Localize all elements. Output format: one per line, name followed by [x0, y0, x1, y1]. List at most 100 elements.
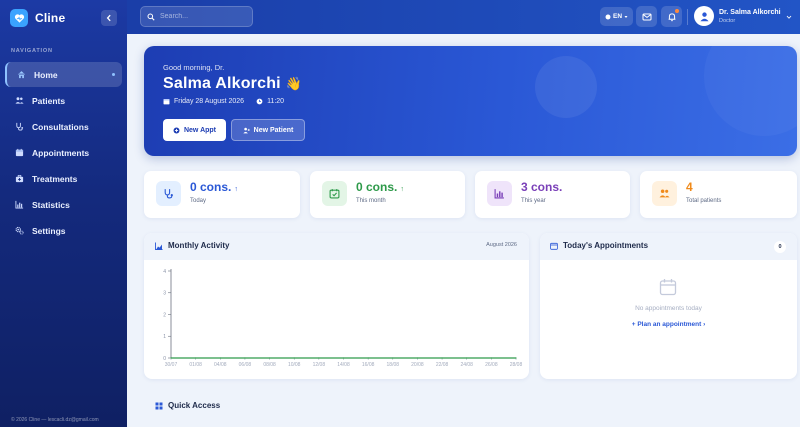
stat-label: Total patients [686, 198, 722, 204]
brand[interactable]: Cline [10, 9, 65, 27]
y-tick-label: 1 [163, 334, 166, 340]
calendar-icon [15, 148, 24, 157]
wave-emoji: 👋 [285, 76, 303, 91]
sidebar: Cline NAVIGATION Home Patients Consultat… [0, 0, 127, 427]
search-icon [147, 13, 155, 21]
sidebar-item-patients[interactable]: Patients [5, 88, 122, 113]
stat-value-text: 0 cons. [190, 180, 232, 194]
x-tick-label: 16/08 [362, 362, 375, 368]
stat-card-year[interactable]: 3 cons. This year [475, 171, 630, 218]
empty-calendar-icon [659, 279, 677, 296]
sidebar-nav: Home Patients Consultations Appointments… [5, 62, 122, 244]
notification-badge [675, 9, 679, 13]
sidebar-item-treatments[interactable]: Treatments [5, 166, 122, 191]
clock-icon [256, 98, 263, 105]
sidebar-footer: © 2026 Cline — lescacli.dz@gmail.com [11, 417, 99, 423]
topbar-divider [687, 9, 688, 25]
decorative-circle [704, 46, 797, 136]
caret-down-icon [624, 15, 628, 18]
empty-state-text: No appointments today [635, 305, 702, 312]
messages-button[interactable] [636, 6, 657, 27]
new-appointment-button[interactable]: New Appt [163, 119, 226, 141]
heart-logo-icon [10, 9, 28, 27]
stat-card-today[interactable]: 0 cons. ↑ Today [144, 171, 300, 218]
search-input[interactable] [160, 13, 250, 20]
stat-label: This month [356, 198, 386, 204]
stat-value-text: 3 cons. [521, 180, 563, 194]
medkit-icon [15, 174, 24, 183]
collapse-sidebar-button[interactable] [101, 10, 117, 26]
trend-arrow: ↑ [400, 186, 404, 193]
sidebar-item-statistics[interactable]: Statistics [5, 192, 122, 217]
user-menu[interactable]: Dr. Salma Alkorchi Doctor [694, 6, 792, 26]
new-patient-label: New Patient [253, 126, 294, 134]
current-date: Friday 28 August 2026 [174, 98, 245, 105]
quick-access-section: Quick Access [144, 392, 797, 422]
plan-appointment-link[interactable]: + Plan an appointment › [540, 321, 797, 328]
sidebar-item-consultations[interactable]: Consultations [5, 114, 122, 139]
notifications-button[interactable] [661, 6, 682, 27]
sidebar-item-settings[interactable]: Settings [5, 218, 122, 243]
date-time-row: Friday 28 August 2026 11:20 [163, 98, 284, 105]
sidebar-item-label: Statistics [32, 199, 70, 210]
x-tick-label: 10/08 [288, 362, 301, 368]
calendar-icon [163, 99, 170, 105]
data-point [293, 357, 295, 359]
search-box[interactable] [140, 6, 253, 27]
stethoscope-icon [156, 181, 181, 206]
user-plus-icon [243, 127, 250, 133]
stat-value: 3 cons. [521, 180, 562, 194]
data-point [195, 357, 197, 359]
doctor-name: Salma Alkorchi 👋 [163, 75, 302, 93]
x-tick-label: 12/08 [313, 362, 326, 368]
y-tick-label: 4 [163, 269, 166, 275]
calendar-check-icon [322, 181, 347, 206]
card-title: Monthly Activity [155, 241, 229, 250]
sidebar-item-label: Treatments [32, 173, 78, 184]
y-tick-label: 2 [163, 312, 166, 318]
decorative-circle [535, 56, 597, 118]
sidebar-item-label: Consultations [32, 121, 89, 132]
greeting-text: Good morning, Dr. [163, 63, 225, 72]
section-title-text: Quick Access [168, 401, 221, 410]
stat-card-patients[interactable]: 4 Total patients [640, 171, 797, 218]
new-patient-button[interactable]: New Patient [231, 119, 305, 141]
x-tick-label: 18/08 [387, 362, 400, 368]
card-header: Today's Appointments 0 [540, 233, 797, 260]
x-tick-label: 06/08 [239, 362, 252, 368]
card-title-text: Today's Appointments [563, 241, 649, 250]
sidebar-item-home[interactable]: Home [5, 62, 122, 87]
x-tick-label: 14/08 [337, 362, 350, 368]
users-icon [652, 181, 677, 206]
monthly-activity-chart: 0 1 2 3 4 30/07 01/08 04/08 06/08 08/08 10/08 12/08… [163, 269, 522, 368]
sidebar-item-label: Settings [32, 225, 66, 236]
stat-value: 4 [686, 180, 693, 194]
bar-chart-icon [15, 200, 24, 209]
sidebar-item-appointments[interactable]: Appointments [5, 140, 122, 165]
y-tick-label: 3 [163, 291, 166, 297]
stat-card-month[interactable]: 0 cons. ↑ This month [310, 171, 465, 218]
data-point [318, 357, 320, 359]
globe-icon [605, 14, 611, 19]
data-point [441, 357, 443, 359]
data-point [219, 357, 221, 359]
data-point [466, 357, 468, 359]
card-title-text: Monthly Activity [168, 241, 230, 250]
active-indicator [112, 73, 115, 76]
data-point [392, 357, 394, 359]
data-point [170, 357, 172, 359]
plus-circle-icon [173, 127, 180, 133]
appointment-count-badge: 0 [774, 241, 786, 253]
data-point [416, 357, 419, 359]
x-tick-label: 30/07 [165, 362, 178, 368]
language-selector[interactable]: EN [600, 7, 633, 26]
card-title: Today's Appointments [550, 241, 648, 250]
data-point [342, 357, 345, 359]
stat-label: Today [190, 198, 207, 204]
stethoscope-icon [15, 122, 24, 131]
trend-arrow: ↑ [234, 186, 238, 193]
x-tick-label: 04/08 [214, 362, 227, 368]
data-point [515, 357, 517, 359]
welcome-banner: Good morning, Dr. Salma Alkorchi 👋 Frida… [144, 46, 797, 156]
x-tick-label: 08/08 [263, 362, 276, 368]
